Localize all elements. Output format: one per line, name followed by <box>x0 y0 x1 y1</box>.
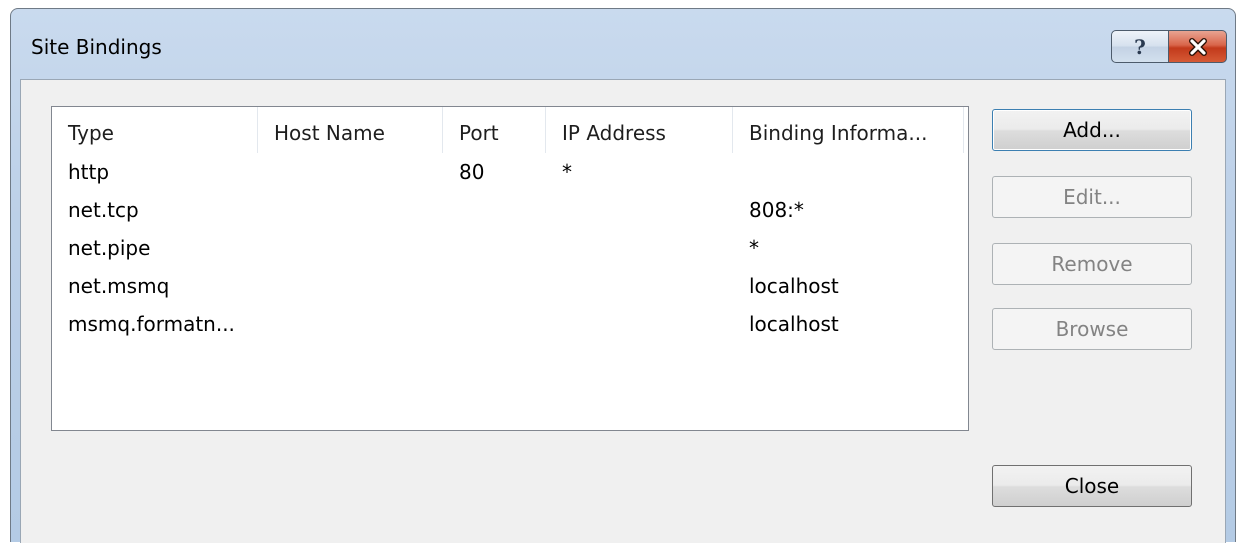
cell-binding-information: * <box>749 236 759 260</box>
add-button[interactable]: Add... <box>992 109 1192 151</box>
cell-binding-information: localhost <box>749 312 839 336</box>
cell-ip-address <box>546 305 733 343</box>
browse-button[interactable]: Browse <box>992 308 1192 350</box>
dialog-title: Site Bindings <box>31 35 162 59</box>
cell-ip-address <box>546 229 733 267</box>
cell-port <box>443 267 546 305</box>
remove-button[interactable]: Remove <box>992 243 1192 285</box>
cell-port <box>443 305 546 343</box>
bindings-list-header: Type Host Name Port IP Address Binding I… <box>52 107 968 153</box>
table-row[interactable]: net.msmq localhost <box>52 267 968 305</box>
partial-top-text <box>0 0 1248 8</box>
column-header-binding-information[interactable]: Binding Informa... <box>733 107 964 153</box>
cell-type: http <box>68 160 110 184</box>
cell-type: net.msmq <box>68 274 170 298</box>
help-button[interactable]: ? <box>1111 30 1169 63</box>
cell-ip-address <box>546 191 733 229</box>
help-icon: ? <box>1134 34 1146 59</box>
edit-button[interactable]: Edit... <box>992 176 1192 218</box>
cell-host-name <box>258 305 443 343</box>
cell-port: 80 <box>459 160 485 184</box>
close-button[interactable]: Close <box>992 465 1192 507</box>
cell-type: net.tcp <box>68 198 139 222</box>
site-bindings-dialog: Site Bindings ? Type Host Name Port IP A… <box>10 8 1236 543</box>
cell-host-name <box>258 191 443 229</box>
cell-host-name <box>258 267 443 305</box>
table-row[interactable]: net.pipe * <box>52 229 968 267</box>
title-bar: Site Bindings ? <box>11 9 1235 79</box>
cell-host-name <box>258 153 443 191</box>
column-header-type[interactable]: Type <box>52 107 258 153</box>
close-window-button[interactable] <box>1169 30 1227 63</box>
bindings-list[interactable]: Type Host Name Port IP Address Binding I… <box>51 106 969 431</box>
cell-port <box>443 191 546 229</box>
cell-binding-information <box>733 153 964 191</box>
column-header-ip-address[interactable]: IP Address <box>546 107 733 153</box>
dialog-client-area: Type Host Name Port IP Address Binding I… <box>20 79 1226 543</box>
column-header-host-name[interactable]: Host Name <box>258 107 443 153</box>
table-row[interactable]: net.tcp 808:* <box>52 191 968 229</box>
cell-ip-address <box>546 267 733 305</box>
cell-ip-address: * <box>562 160 572 184</box>
cell-type: msmq.formatn... <box>68 312 235 336</box>
table-row[interactable]: msmq.formatn... localhost <box>52 305 968 343</box>
cell-type: net.pipe <box>68 236 151 260</box>
close-icon <box>1188 37 1207 56</box>
table-row[interactable]: http 80 * <box>52 153 968 191</box>
cell-port <box>443 229 546 267</box>
cell-binding-information: localhost <box>749 274 839 298</box>
cell-binding-information: 808:* <box>749 198 804 222</box>
cell-host-name <box>258 229 443 267</box>
column-header-port[interactable]: Port <box>443 107 546 153</box>
caption-buttons: ? <box>1111 30 1227 64</box>
